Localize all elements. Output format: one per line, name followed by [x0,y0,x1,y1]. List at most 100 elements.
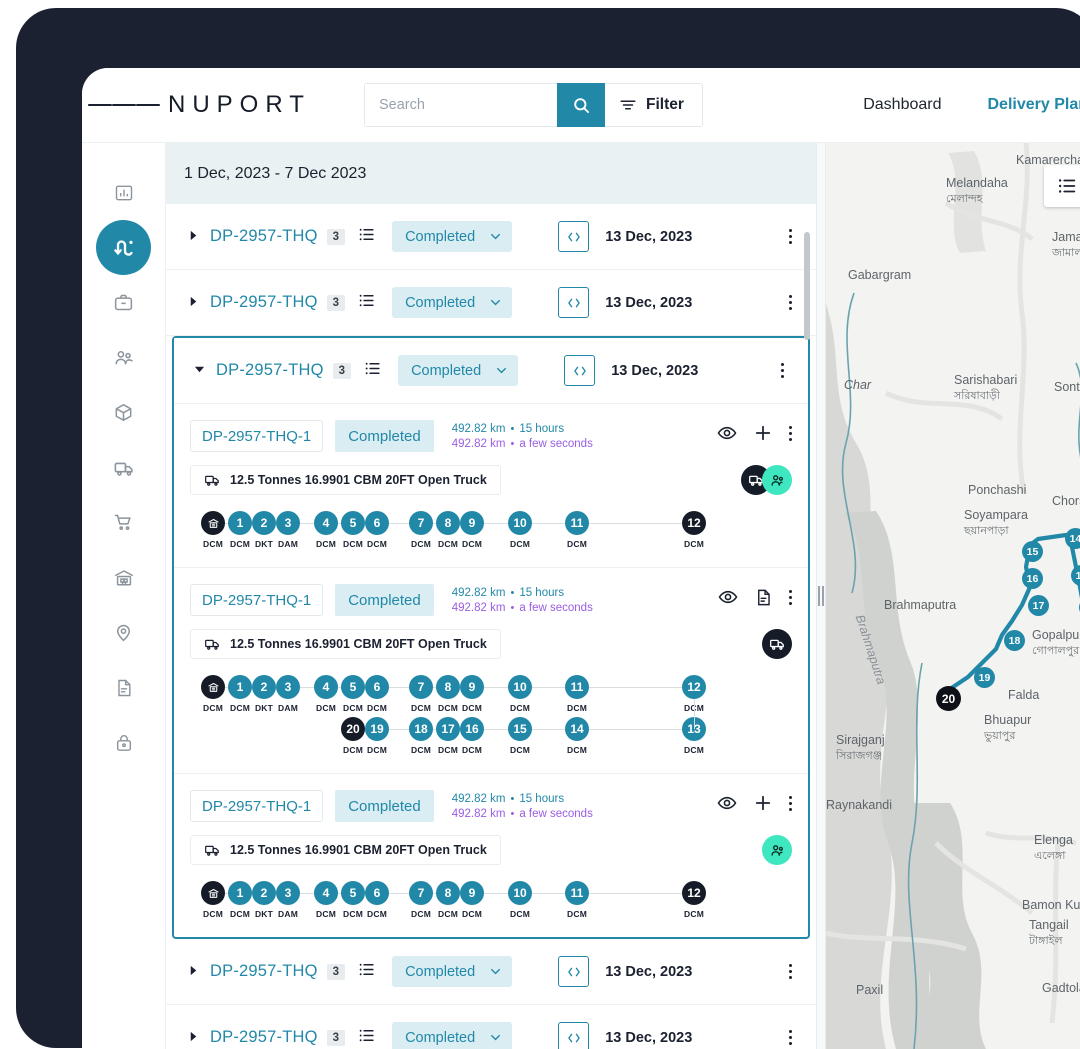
stop-node[interactable]: 11DCM [565,675,589,713]
filter-button[interactable]: Filter [605,83,703,127]
stop-node[interactable]: 10DCM [508,881,532,919]
stop-node[interactable]: 8DCM [436,511,460,549]
sidebar-item-jobs[interactable] [96,275,152,330]
nav-delivery-plan[interactable]: Delivery Plan [988,96,1080,114]
stop-node[interactable]: 17DCM [436,717,460,755]
plan-list-view-button[interactable] [357,225,376,249]
sidebar-item-reports[interactable] [96,660,152,715]
trip-code[interactable]: DP-2957-THQ-1 [190,790,323,822]
stop-node[interactable]: 2DKT [252,675,276,713]
sidebar-item-route-plan[interactable] [96,220,151,275]
stop-node[interactable]: 10DCM [508,675,532,713]
stop-node[interactable]: 4DCM [314,675,338,713]
stop-node[interactable]: 10DCM [508,511,532,549]
stop-node[interactable]: 4DCM [314,881,338,919]
stop-node[interactable]: 11DCM [565,881,589,919]
vertical-scrollbar[interactable] [804,232,810,340]
stop-node[interactable]: 1DCM [228,675,252,713]
stop-node[interactable]: 16DCM [460,717,484,755]
plan-status-dropdown[interactable]: Completed [392,1022,512,1049]
stop-node[interactable]: 11DCM [565,511,589,549]
plan-list-view-button[interactable] [363,359,382,383]
list-scroll-area[interactable]: DP-2957-THQ3Completed13 Dec, 2023DP-2957… [166,204,816,1049]
sidebar-item-analytics[interactable] [96,165,152,220]
plan-status-dropdown[interactable]: Completed [392,221,512,252]
sidebar-item-customers[interactable] [96,330,152,385]
trip-code[interactable]: DP-2957-THQ-1 [190,584,323,616]
stop-node[interactable]: 6DCM [365,881,389,919]
map-panel[interactable]: Pr KamarercharraSherpurশেরপুরMelandahaমে… [826,143,1080,1049]
plan-code-view-button[interactable] [564,355,595,386]
plan-code[interactable]: DP-2957-THQ [210,227,318,246]
stop-node[interactable]: DCM [201,881,225,919]
menu-toggle-button[interactable] [82,68,166,143]
stop-node[interactable]: 19DCM [365,717,389,755]
sidebar-item-security[interactable] [96,715,152,770]
trip-preview-button[interactable] [717,793,737,813]
stop-node[interactable]: 1DCM [228,881,252,919]
plan-code-view-button[interactable] [558,956,589,987]
trip-add-button[interactable] [753,793,773,813]
stop-node[interactable]: 1DCM [228,511,252,549]
trip-menu-button[interactable] [789,587,793,608]
plan-code-view-button[interactable] [558,1022,589,1049]
map-stop-node[interactable]: 19 [974,667,995,688]
stop-node[interactable]: 14DCM [565,717,589,755]
map-stop-node[interactable]: 17 [1028,595,1049,616]
plan-row-menu-button[interactable] [777,226,805,247]
stop-node[interactable]: DCM [201,675,225,713]
plan-list-view-button[interactable] [357,291,376,315]
plan-row-menu-button[interactable] [777,1027,805,1048]
stop-node[interactable]: 3DAM [276,675,300,713]
stop-node[interactable]: 7DCM [409,675,433,713]
stop-node[interactable]: 5DCM [341,511,365,549]
trip-preview-button[interactable] [717,423,737,443]
plan-code[interactable]: DP-2957-THQ [210,1028,318,1047]
map-stop-node[interactable]: 16 [1022,568,1043,589]
stop-node[interactable]: 7DCM [409,881,433,919]
stop-node[interactable]: 15DCM [508,717,532,755]
plan-status-dropdown[interactable]: Completed [398,355,518,386]
panel-resize-handle[interactable] [816,143,826,1049]
search-input[interactable] [365,84,557,126]
expand-toggle[interactable] [188,296,210,310]
stop-node[interactable]: 3DAM [276,881,300,919]
stop-node[interactable]: 20DCM [341,717,365,755]
stop-node[interactable]: 5DCM [341,675,365,713]
plan-code[interactable]: DP-2957-THQ [216,361,324,380]
plan-row[interactable]: DP-2957-THQ3Completed13 Dec, 2023 [174,338,808,404]
plan-status-dropdown[interactable]: Completed [392,956,512,987]
search-button[interactable] [557,83,605,127]
stop-node[interactable]: 18DCM [409,717,433,755]
map-stop-node[interactable]: 18 [1004,630,1025,651]
plan-row[interactable]: DP-2957-THQ3Completed13 Dec, 2023 [166,204,816,270]
nav-dashboard[interactable]: Dashboard [863,96,941,114]
plan-code-view-button[interactable] [558,221,589,252]
sidebar-item-warehouse[interactable] [96,550,152,605]
plan-row-menu-button[interactable] [777,292,805,313]
trip-add-button[interactable] [753,423,773,443]
stop-node[interactable]: 7DCM [409,511,433,549]
plan-row[interactable]: DP-2957-THQ3Completed13 Dec, 2023 [166,939,816,1005]
assigned-driver-badge[interactable] [762,835,792,865]
stop-node[interactable]: DCM [201,511,225,549]
stop-node[interactable]: 9DCM [460,881,484,919]
assigned-driver-badge[interactable] [762,465,792,495]
stop-node[interactable]: 8DCM [436,675,460,713]
trip-document-button[interactable] [754,588,773,607]
map-stop-node[interactable]: 20 [936,686,961,711]
trip-menu-button[interactable] [789,423,793,444]
plan-code-view-button[interactable] [558,287,589,318]
stop-node[interactable]: 12DCM [682,511,706,549]
stop-node[interactable]: 2DKT [252,511,276,549]
plan-row[interactable]: DP-2957-THQ3Completed13 Dec, 2023 [166,270,816,336]
collapse-toggle[interactable] [194,364,216,378]
stop-node[interactable]: 3DAM [276,511,300,549]
stop-node[interactable]: 5DCM [341,881,365,919]
stop-node[interactable]: 6DCM [365,511,389,549]
trip-menu-button[interactable] [789,793,793,814]
plan-code[interactable]: DP-2957-THQ [210,293,318,312]
stop-node[interactable]: 2DKT [252,881,276,919]
map-stop-node[interactable]: 14 [1065,528,1080,549]
stop-node[interactable]: 9DCM [460,675,484,713]
